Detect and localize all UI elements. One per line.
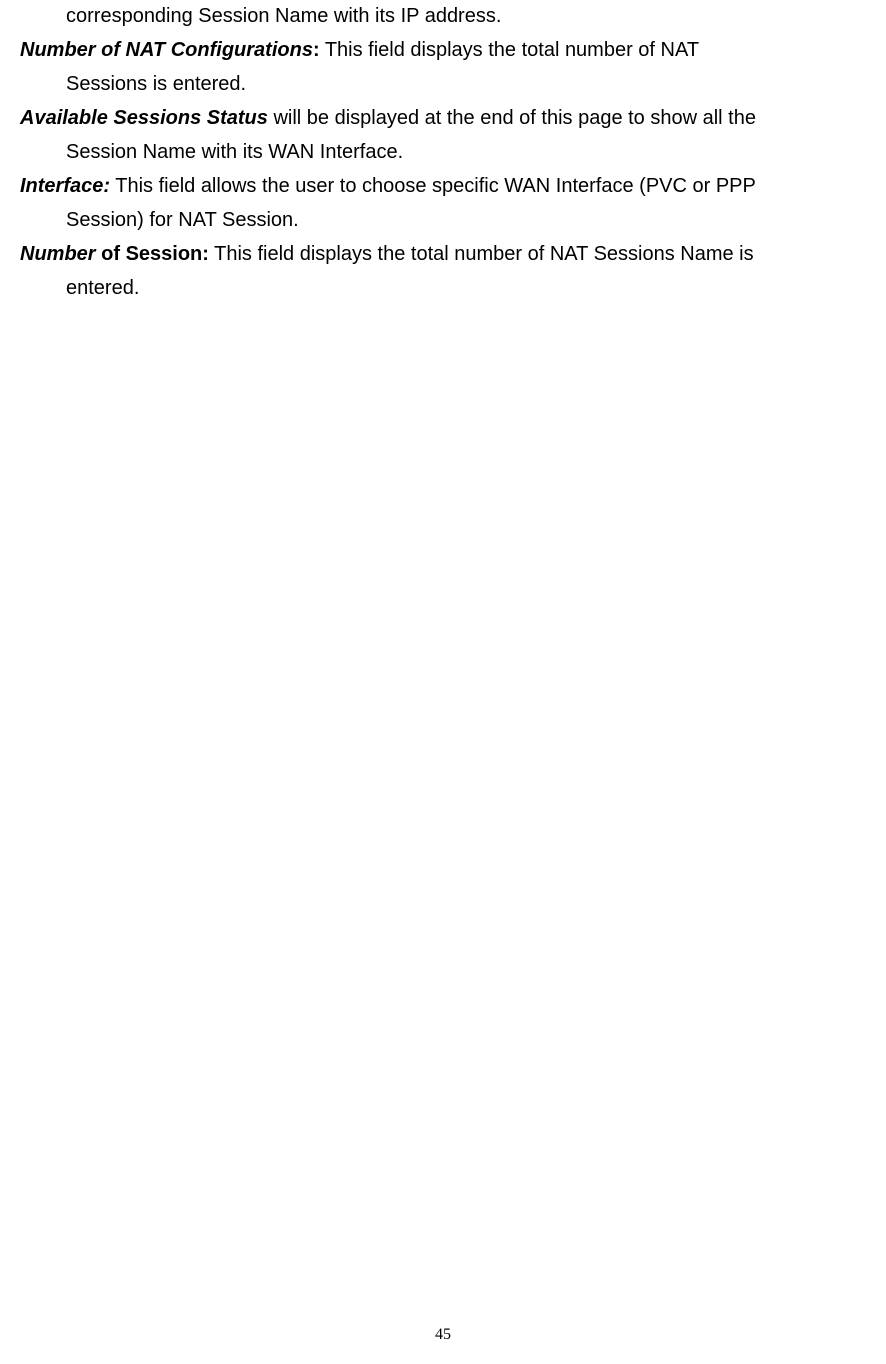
paragraph-2-line2: Sessions is entered. (20, 68, 866, 100)
text-line: Session Name with its WAN Interface. (66, 141, 403, 163)
text-rest: This field displays the total number of … (209, 243, 754, 265)
term-interface: Interface: (20, 175, 110, 197)
paragraph-5: Number of Session: This field displays t… (20, 238, 866, 270)
text-line: entered. (66, 277, 139, 299)
paragraph-2: Number of NAT Configurations: This field… (20, 34, 866, 66)
page-number-text: 45 (435, 1326, 451, 1343)
colon: : (313, 39, 320, 61)
paragraph-4-line2: Session) for NAT Session. (20, 204, 866, 236)
term-of-session: of Session: (96, 243, 209, 265)
text-line: Sessions is entered. (66, 73, 246, 95)
paragraph-5-line2: entered. (20, 272, 866, 304)
text-rest: This field allows the user to choose spe… (110, 175, 756, 197)
term-number-nat-config: Number of NAT Configurations (20, 39, 313, 61)
paragraph-line-1: corresponding Session Name with its IP a… (20, 0, 866, 32)
text-line: Session) for NAT Session. (66, 209, 299, 231)
paragraph-3: Available Sessions Status will be displa… (20, 102, 866, 134)
term-available-sessions: Available Sessions Status (20, 107, 268, 129)
paragraph-3-line2: Session Name with its WAN Interface. (20, 136, 866, 168)
text-rest: will be displayed at the end of this pag… (268, 107, 756, 129)
paragraph-4: Interface: This field allows the user to… (20, 170, 866, 202)
page-number: 45 (0, 1326, 886, 1344)
text-rest: This field displays the total number of … (320, 39, 699, 61)
document-content: corresponding Session Name with its IP a… (0, 0, 886, 304)
term-number: Number (20, 243, 96, 265)
text-line: corresponding Session Name with its IP a… (66, 5, 501, 27)
